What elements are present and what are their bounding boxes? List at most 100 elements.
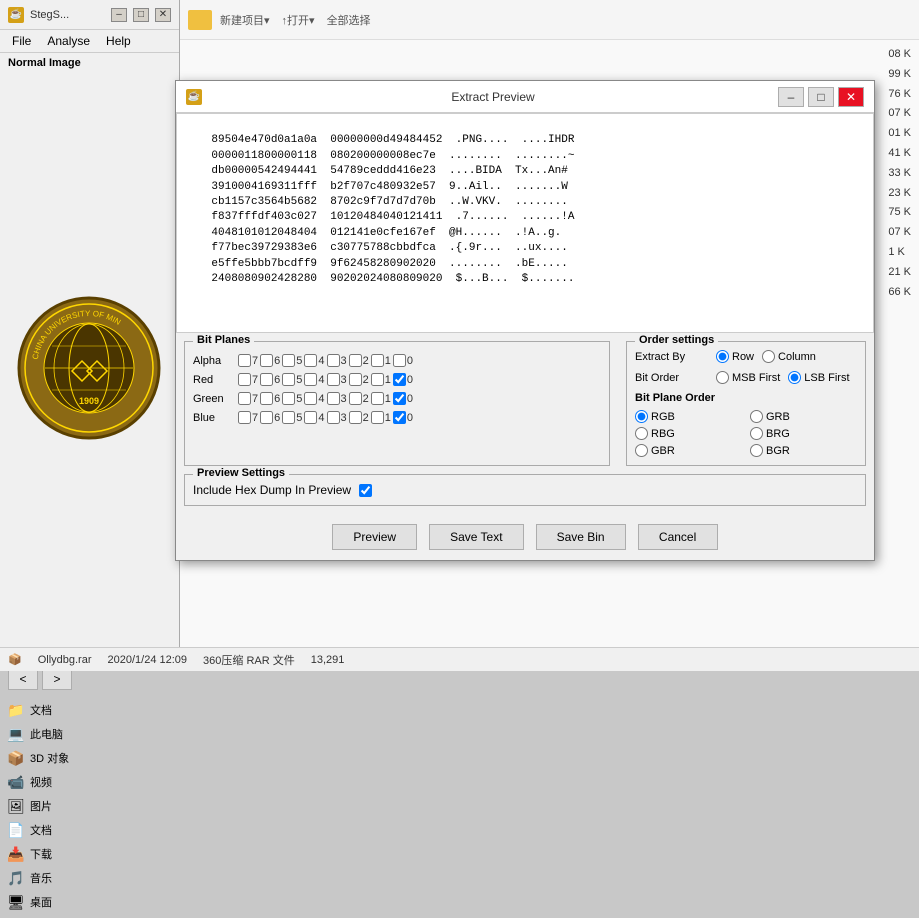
blue-bit-5[interactable]: 5 <box>282 411 302 424</box>
svg-text:1909: 1909 <box>79 396 99 406</box>
status-datetime: 2020/1/24 12:09 <box>108 654 188 666</box>
alpha-bit-3[interactable]: 3 <box>327 354 347 367</box>
save-text-button[interactable]: Save Text <box>429 524 523 550</box>
forward-button[interactable]: > <box>42 668 72 690</box>
bgr-label: BGR <box>766 445 790 457</box>
green-bit-1[interactable]: 1 <box>371 392 391 405</box>
size-4: 07 K <box>888 104 911 124</box>
nav-item-video[interactable]: 📹 视频 <box>0 770 179 794</box>
red-bit-6[interactable]: 6 <box>260 373 280 386</box>
desktop-icon: 🖥 <box>8 894 24 910</box>
brg-option[interactable]: BRG <box>750 427 857 440</box>
alpha-bit-2[interactable]: 2 <box>349 354 369 367</box>
status-bar: 📦 Ollydbg.rar 2020/1/24 12:09 360压缩 RAR … <box>0 647 919 671</box>
menu-analyse[interactable]: Analyse <box>39 32 98 50</box>
green-bit-4[interactable]: 4 <box>304 392 324 405</box>
green-bit-0[interactable]: 0 <box>393 392 413 405</box>
red-bit-1[interactable]: 1 <box>371 373 391 386</box>
preview-settings-title: Preview Settings <box>193 467 289 479</box>
save-bin-button[interactable]: Save Bin <box>536 524 626 550</box>
red-bit-7[interactable]: 7 <box>238 373 258 386</box>
dialog-maximize-button[interactable]: □ <box>808 87 834 107</box>
menu-file[interactable]: File <box>4 32 39 50</box>
alpha-bit-1[interactable]: 1 <box>371 354 391 367</box>
alpha-bit-0[interactable]: 0 <box>393 354 413 367</box>
bit-planes-section: Bit Planes Alpha 7 6 5 4 3 2 1 0 Red <box>184 341 610 466</box>
gbr-option[interactable]: GBR <box>635 444 742 457</box>
blue-bit-2[interactable]: 2 <box>349 411 369 424</box>
hex-line-4: 3910004169311fff b2f707c480932e57 9..Ail… <box>211 181 567 193</box>
hex-preview-area[interactable]: 89504e470d0a1a0a 00000000d49484452 .PNG.… <box>176 113 874 333</box>
red-bit-3[interactable]: 3 <box>327 373 347 386</box>
hex-line-1: 89504e470d0a1a0a 00000000d49484452 .PNG.… <box>211 134 574 146</box>
blue-checkboxes: 7 6 5 4 3 2 1 0 <box>238 411 413 424</box>
hex-line-8: f77bec39729383e6 c30775788cbbdfca .{.9r.… <box>211 242 567 254</box>
bit-order-label: Bit Order <box>635 372 710 384</box>
nav-label-video: 视频 <box>30 774 52 790</box>
lsb-first-option[interactable]: LSB First <box>788 371 849 384</box>
cancel-button[interactable]: Cancel <box>638 524 718 550</box>
nav-label-3d: 3D 对象 <box>30 750 69 766</box>
extract-by-column-option[interactable]: Column <box>762 350 816 363</box>
msb-first-option[interactable]: MSB First <box>716 371 780 384</box>
dialog-titlebar: ☕ Extract Preview – □ ✕ <box>176 81 874 113</box>
alpha-bit-4[interactable]: 4 <box>304 354 324 367</box>
red-bit-4[interactable]: 4 <box>304 373 324 386</box>
rgb-option[interactable]: RGB <box>635 410 742 423</box>
green-bit-2[interactable]: 2 <box>349 392 369 405</box>
rbg-option[interactable]: RBG <box>635 427 742 440</box>
close-app-button[interactable]: ✕ <box>155 8 171 22</box>
alpha-bit-5[interactable]: 5 <box>282 354 302 367</box>
nav-label-docs: 文档 <box>30 822 52 838</box>
green-bit-5[interactable]: 5 <box>282 392 302 405</box>
grb-option[interactable]: GRB <box>750 410 857 423</box>
nav-item-documents[interactable]: 📁 文档 <box>0 698 179 722</box>
alpha-label: Alpha <box>193 355 238 367</box>
blue-bit-6[interactable]: 6 <box>260 411 280 424</box>
bit-order-row: Bit Order MSB First LSB First <box>635 371 857 384</box>
brg-label: BRG <box>766 428 790 440</box>
nav-label-documents: 文档 <box>30 702 52 718</box>
bit-order-radio-group: MSB First LSB First <box>716 371 850 384</box>
toolbar: 新建项目▾ ↑打开▾ 全部选择 <box>180 0 919 40</box>
blue-bit-0[interactable]: 0 <box>393 411 413 424</box>
nav-item-computer[interactable]: 💻 此电脑 <box>0 722 179 746</box>
blue-bit-1[interactable]: 1 <box>371 411 391 424</box>
blue-bit-4[interactable]: 4 <box>304 411 324 424</box>
nav-item-music[interactable]: 🎵 音乐 <box>0 866 179 890</box>
alpha-bit-7[interactable]: 7 <box>238 354 258 367</box>
extract-preview-dialog: ☕ Extract Preview – □ ✕ 89504e470d0a1a0a… <box>175 80 875 561</box>
toolbar-label: 新建项目▾ <box>220 12 270 28</box>
rgb-label: RGB <box>651 411 675 423</box>
nav-item-downloads[interactable]: 📥 下载 <box>0 842 179 866</box>
nav-item-3d[interactable]: 📦 3D 对象 <box>0 746 179 770</box>
alpha-bit-6[interactable]: 6 <box>260 354 280 367</box>
preview-button[interactable]: Preview <box>332 524 417 550</box>
red-bit-2[interactable]: 2 <box>349 373 369 386</box>
maximize-button[interactable]: □ <box>133 8 149 22</box>
menu-help[interactable]: Help <box>98 32 139 50</box>
nav-item-docs[interactable]: 📄 文档 <box>0 818 179 842</box>
red-bit-5[interactable]: 5 <box>282 373 302 386</box>
back-button[interactable]: < <box>8 668 38 690</box>
nav-item-pictures[interactable]: 🖼 图片 <box>0 794 179 818</box>
blue-bit-7[interactable]: 7 <box>238 411 258 424</box>
green-bit-6[interactable]: 6 <box>260 392 280 405</box>
extract-by-row-option[interactable]: Row <box>716 350 754 363</box>
blue-row: Blue 7 6 5 4 3 2 1 0 <box>193 411 601 424</box>
green-bit-3[interactable]: 3 <box>327 392 347 405</box>
nav-label-downloads: 下载 <box>30 846 52 862</box>
size-13: 66 K <box>888 283 911 303</box>
nav-item-desktop[interactable]: 🖥 桌面 <box>0 890 179 914</box>
bgr-option[interactable]: BGR <box>750 444 857 457</box>
hex-dump-checkbox[interactable] <box>359 484 372 497</box>
hex-line-10: 2408080902428280 90202024080809020 $...B… <box>211 273 574 285</box>
size-9: 75 K <box>888 203 911 223</box>
red-bit-0[interactable]: 0 <box>393 373 413 386</box>
dialog-close-button[interactable]: ✕ <box>838 87 864 107</box>
blue-bit-3[interactable]: 3 <box>327 411 347 424</box>
dialog-minimize-button[interactable]: – <box>778 87 804 107</box>
extract-col-label: Column <box>778 351 816 363</box>
green-bit-7[interactable]: 7 <box>238 392 258 405</box>
minimize-button[interactable]: – <box>111 8 127 22</box>
